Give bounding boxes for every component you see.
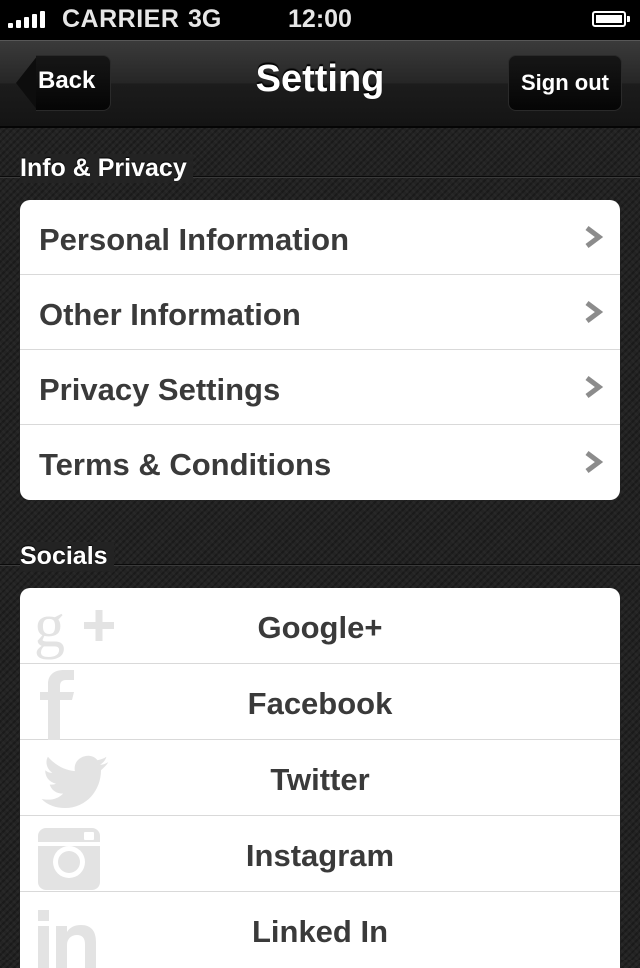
row-google-plus[interactable]: g Google+	[20, 588, 620, 664]
row-privacy-settings[interactable]: Privacy Settings	[20, 350, 620, 425]
row-label: Terms & Conditions	[39, 447, 332, 482]
row-label: Google+	[257, 610, 383, 645]
back-arrow-shape	[16, 55, 38, 111]
row-linkedin[interactable]: Linked In	[20, 892, 620, 968]
socials-list: g Google+ Facebook Twitter Instagram Lin…	[20, 588, 620, 968]
status-bar: CARRIER 3G 12:00	[0, 0, 640, 40]
back-button-label: Back	[38, 67, 96, 94]
navigation-bar: Back Setting Sign out	[0, 40, 640, 128]
row-label: Other Information	[39, 297, 301, 332]
chevron-right-icon	[585, 376, 604, 398]
chevron-right-icon	[585, 451, 604, 473]
info-privacy-list: Personal Information Other Information P…	[20, 200, 620, 500]
section-title: Info & Privacy	[20, 154, 193, 183]
row-label: Linked In	[251, 914, 389, 949]
row-label: Personal Information	[39, 222, 350, 257]
section-header-socials: Socials	[0, 542, 640, 578]
row-label: Facebook	[247, 686, 393, 721]
chevron-right-icon	[585, 301, 604, 323]
row-label: Instagram	[245, 838, 395, 873]
row-label: Privacy Settings	[39, 372, 281, 407]
row-personal-information[interactable]: Personal Information	[20, 200, 620, 275]
row-instagram[interactable]: Instagram	[20, 816, 620, 892]
section-header-info-privacy: Info & Privacy	[0, 154, 640, 190]
sign-out-button[interactable]: Sign out	[508, 55, 622, 111]
status-time: 12:00	[288, 5, 352, 33]
row-facebook[interactable]: Facebook	[20, 664, 620, 740]
page-title: Setting	[255, 58, 385, 100]
row-terms-conditions[interactable]: Terms & Conditions	[20, 425, 620, 500]
battery-icon	[592, 11, 630, 27]
section-title: Socials	[20, 542, 114, 571]
chevron-right-icon	[585, 226, 604, 248]
row-label: Twitter	[270, 762, 370, 797]
row-other-information[interactable]: Other Information	[20, 275, 620, 350]
back-button[interactable]: Back	[16, 55, 111, 111]
row-twitter[interactable]: Twitter	[20, 740, 620, 816]
